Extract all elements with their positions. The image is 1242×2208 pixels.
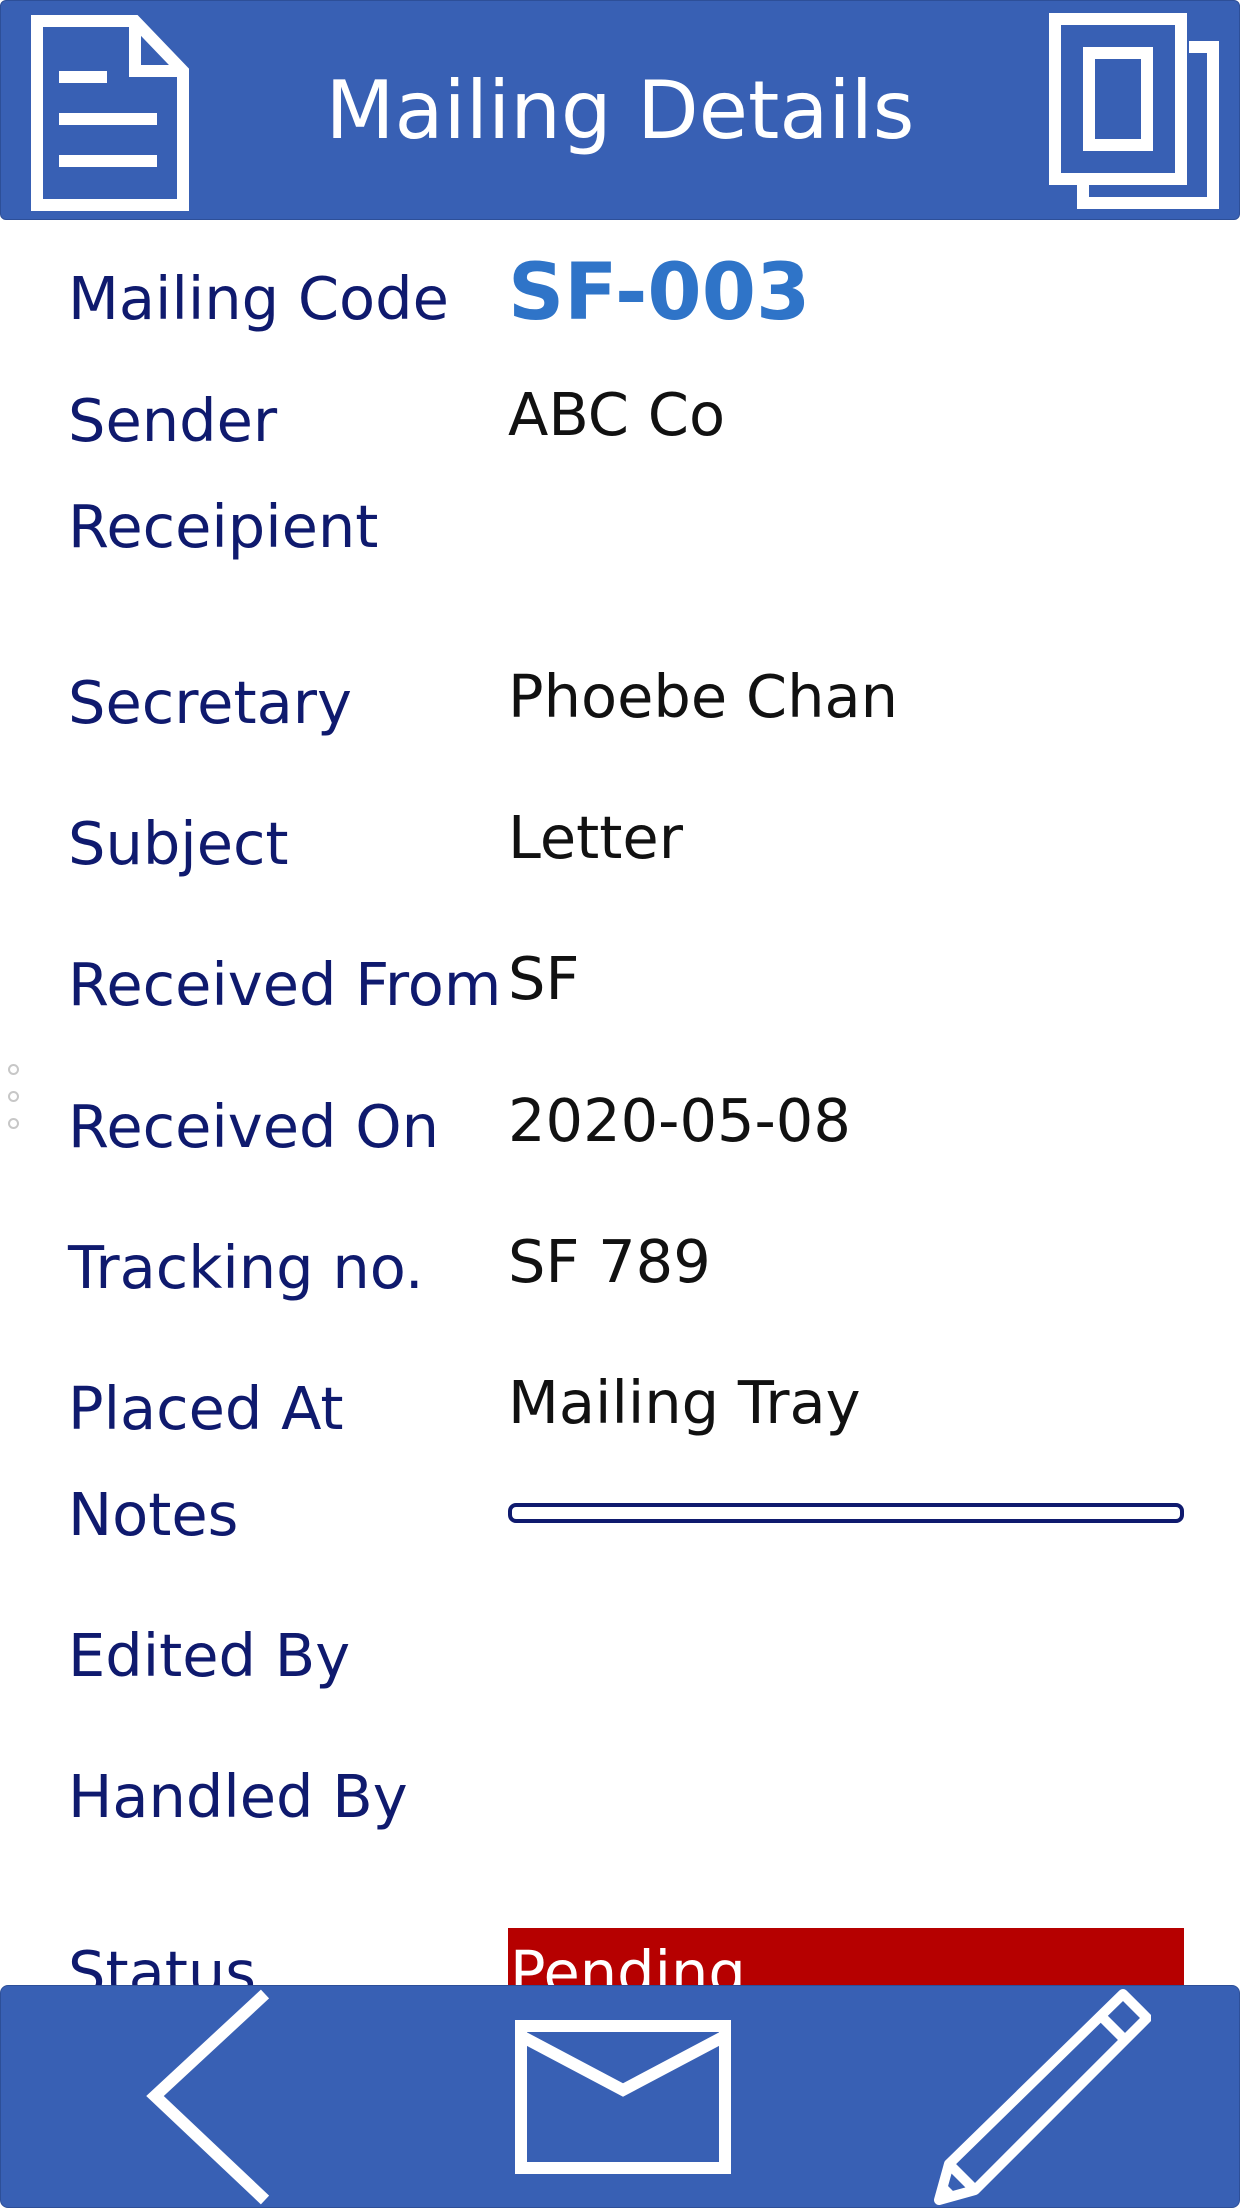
received-on-value: 2020-05-08 [508, 1086, 851, 1155]
sender-label: Sender [68, 386, 278, 455]
secretary-value: Phoebe Chan [508, 662, 899, 731]
mailing-code-value: SF-003 [508, 248, 811, 338]
status-label: Status [68, 1938, 257, 1985]
status-badge: Pending [508, 1928, 1184, 1985]
edit-button[interactable] [931, 1986, 1151, 2207]
edited-by-label: Edited By [68, 1621, 351, 1690]
drag-handle[interactable] [8, 1064, 24, 1144]
handle-dot [8, 1118, 19, 1129]
recipient-label: Receipient [68, 492, 379, 561]
mailing-details-screen: Mailing Details Mailing Code SF-003 Send… [0, 0, 1242, 2208]
copy-icon[interactable] [1049, 13, 1219, 209]
notes-input[interactable] [508, 1503, 1184, 1523]
mailing-code-label: Mailing Code [68, 264, 449, 333]
header-bar: Mailing Details [0, 0, 1240, 220]
footer-bar [0, 1985, 1240, 2208]
subject-value: Letter [508, 803, 683, 872]
received-from-value: SF [508, 944, 580, 1013]
secretary-label: Secretary [68, 668, 352, 737]
handled-by-label: Handled By [68, 1762, 408, 1831]
chevron-left-icon [146, 1989, 270, 2205]
placed-at-value: Mailing Tray [508, 1368, 861, 1437]
mail-button[interactable] [511, 1986, 741, 2207]
received-on-label: Received On [68, 1092, 440, 1161]
back-button[interactable] [141, 1986, 281, 2207]
sender-value: ABC Co [508, 380, 726, 449]
pencil-icon [934, 1989, 1151, 2205]
tracking-no-value: SF 789 [508, 1227, 711, 1296]
subject-label: Subject [68, 809, 289, 878]
handle-dot [8, 1064, 19, 1075]
tracking-no-label: Tracking no. [68, 1233, 424, 1302]
envelope-icon [515, 2020, 731, 2174]
handle-dot [8, 1091, 19, 1102]
notes-label: Notes [68, 1480, 239, 1549]
details-form: Mailing Code SF-003 Sender ABC Co Receip… [0, 220, 1242, 1985]
received-from-label: Received From [68, 950, 502, 1019]
placed-at-label: Placed At [68, 1374, 344, 1443]
